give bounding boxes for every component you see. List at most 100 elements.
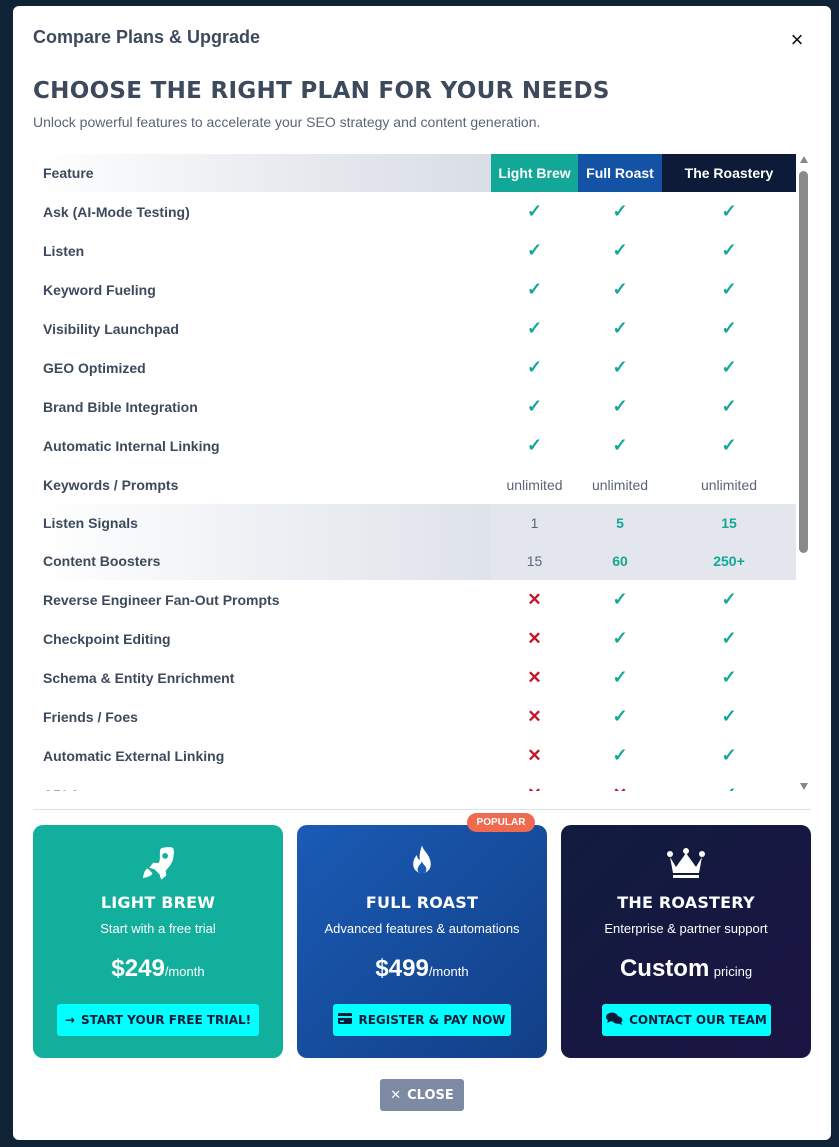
check-icon: ✓	[612, 318, 628, 338]
cross-icon: ✕	[527, 667, 542, 687]
cell-value-the-roastery: unlimited	[700, 476, 758, 493]
button-label: Register & Pay Now	[358, 1013, 506, 1027]
check-icon: ✓	[721, 279, 737, 299]
table-row: Brand Bible Integration ✓ ✓ ✓	[33, 387, 796, 426]
start-free-trial-button[interactable]: → Start your free trial!	[57, 1004, 259, 1036]
check-icon: ✓	[612, 357, 628, 377]
scroll-down-arrow-icon[interactable]	[800, 783, 808, 790]
check-icon: ✓	[612, 240, 628, 260]
scrollbar-thumb[interactable]	[799, 171, 808, 553]
table-row: Friends / Foes ✕ ✓ ✓	[33, 697, 796, 736]
close-label: Close	[407, 1087, 454, 1103]
check-icon: ✓	[612, 706, 628, 726]
card-price: Custom pricing	[561, 955, 811, 983]
contact-our-team-button[interactable]: Contact our team	[602, 1004, 771, 1036]
check-icon: ✓	[721, 318, 737, 338]
check-icon: ✓	[721, 628, 737, 648]
check-icon: ✓	[612, 667, 628, 687]
close-icon[interactable]: ×	[785, 28, 809, 52]
page-title: Choose the right plan for your needs	[33, 78, 610, 104]
feature-name: Automatic External Linking	[43, 747, 225, 764]
card-name: The Roastery	[617, 893, 755, 912]
check-icon: ✓	[721, 784, 736, 791]
feature-name: API Access	[33, 775, 491, 792]
feature-name: Automatic Internal Linking	[43, 437, 220, 454]
check-icon: ✓	[526, 201, 543, 221]
check-icon: ✓	[526, 318, 543, 338]
table-row: Listen ✓ ✓ ✓	[33, 231, 796, 270]
card-name: Full Roast	[365, 893, 479, 912]
feature-name: Ask (AI-Mode Testing)	[43, 203, 190, 220]
cross-icon: ✕	[527, 785, 541, 792]
cell-value-full-roast: 5	[616, 515, 624, 531]
check-icon: ✓	[612, 435, 628, 455]
card-price: $499/month	[297, 955, 547, 983]
feature-name: Brand Bible Integration	[43, 398, 198, 415]
check-icon: ✓	[612, 279, 628, 299]
table-row: Ask (AI-Mode Testing) ✓ ✓ ✓	[33, 192, 796, 231]
table-row: Checkpoint Editing ✕ ✓ ✓	[33, 619, 796, 658]
divider	[33, 809, 811, 810]
check-icon: ✓	[612, 589, 628, 609]
price-amount: Custom	[619, 955, 710, 982]
rocket-icon	[33, 843, 283, 883]
button-label: Contact our team	[629, 1013, 767, 1027]
check-icon: ✓	[721, 589, 737, 609]
register-pay-now-button[interactable]: Register & Pay Now	[333, 1004, 511, 1036]
feature-name: Listen Signals	[33, 504, 491, 542]
table-scrollbar[interactable]	[797, 156, 811, 796]
arrow-right-icon: →	[64, 1013, 75, 1027]
card-description: Advanced features & automations	[324, 921, 520, 936]
price-amount: $499	[375, 955, 429, 982]
check-icon: ✓	[526, 396, 543, 416]
table-header-row: Feature Light Brew Full Roast The Roaste…	[33, 154, 796, 192]
cell-value-the-roastery: 250+	[713, 553, 745, 569]
header-light-brew: Light Brew	[491, 154, 578, 192]
crown-icon	[561, 843, 811, 883]
plan-comparison-table[interactable]: Feature Light Brew Full Roast The Roaste…	[33, 154, 796, 791]
feature-name: Keyword Fueling	[43, 281, 156, 298]
cross-icon: ✕	[527, 706, 542, 726]
table-row: Listen Signals 1 5 15	[33, 504, 796, 542]
plan-card-light-brew: Light Brew Start with a free trial $249/…	[33, 825, 283, 1058]
page-subtitle: Unlock powerful features to accelerate y…	[33, 114, 541, 130]
card-description: Enterprise & partner support	[604, 921, 768, 936]
card-description: Start with a free trial	[100, 921, 216, 936]
table-row: Content Boosters 15 60 250+	[33, 542, 796, 580]
cell-value-the-roastery: 15	[721, 515, 737, 531]
price-suffix: /month	[428, 964, 469, 979]
plan-card-full-roast: Full Roast Advanced features & automatio…	[297, 825, 547, 1058]
table-row: Reverse Engineer Fan-Out Prompts ✕ ✓ ✓	[33, 580, 796, 619]
table-row: Keyword Fueling ✓ ✓ ✓	[33, 270, 796, 309]
check-icon: ✓	[612, 396, 628, 416]
chat-icon	[606, 1012, 623, 1028]
check-icon: ✓	[526, 279, 543, 299]
table-row: Schema & Entity Enrichment ✕ ✓ ✓	[33, 658, 796, 697]
table-row: Automatic Internal Linking ✓ ✓ ✓	[33, 426, 796, 465]
price-suffix: /month	[164, 964, 205, 979]
feature-name: Schema & Entity Enrichment	[43, 669, 235, 686]
table-row: Keywords / Prompts unlimited unlimited unli…	[33, 465, 796, 504]
table-row: API Access ✕ ✕ ✓	[33, 775, 796, 791]
card-name: Light Brew	[100, 893, 216, 912]
feature-name: Listen	[43, 242, 85, 259]
price-suffix: pricing	[713, 964, 753, 979]
cross-icon: ✕	[527, 589, 542, 609]
popular-badge: POPULAR	[467, 813, 535, 832]
card-price: $249/month	[33, 955, 283, 983]
cross-icon: ✕	[527, 745, 542, 765]
scroll-up-arrow-icon[interactable]	[800, 156, 808, 163]
close-button[interactable]: ✕ Close	[380, 1079, 464, 1111]
button-label: Start your free trial!	[80, 1013, 252, 1027]
feature-name: Checkpoint Editing	[43, 630, 171, 647]
cell-value-full-roast: unlimited	[591, 476, 649, 493]
check-icon: ✓	[721, 357, 737, 377]
plan-card-the-roastery: The Roastery Enterprise & partner suppor…	[561, 825, 811, 1058]
credit-card-icon	[338, 1013, 353, 1027]
table-row: Automatic External Linking ✕ ✓ ✓	[33, 736, 796, 775]
feature-name: Content Boosters	[33, 542, 491, 580]
check-icon: ✓	[526, 357, 543, 377]
fire-icon	[297, 843, 547, 883]
check-icon: ✓	[526, 435, 543, 455]
check-icon: ✓	[612, 628, 628, 648]
